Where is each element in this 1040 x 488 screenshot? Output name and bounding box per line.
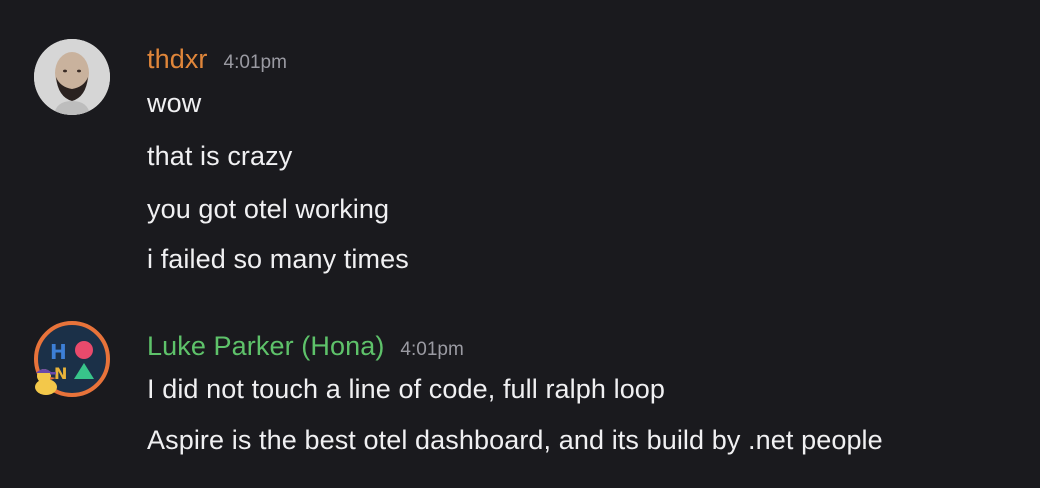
message-text: that is crazy xyxy=(147,141,293,171)
username[interactable]: Luke Parker (Hona) xyxy=(147,331,384,362)
username[interactable]: thdxr xyxy=(147,44,208,75)
avatar[interactable]: H N xyxy=(34,321,110,397)
user-photo-icon xyxy=(34,39,110,115)
message-text: Aspire is the best otel dashboard, and i… xyxy=(147,425,883,455)
message-text: you got otel working xyxy=(147,194,390,224)
timestamp[interactable]: 4:01pm xyxy=(224,52,287,74)
chat-log: thdxr 4:01pm wow that is crazy you got o… xyxy=(0,0,1040,488)
svg-text:H: H xyxy=(50,340,67,364)
message-header: Luke Parker (Hona) 4:01pm xyxy=(147,331,464,362)
avatar[interactable] xyxy=(34,39,110,115)
message-header: thdxr 4:01pm xyxy=(147,44,287,75)
message-text: i failed so many times xyxy=(147,244,409,274)
timestamp[interactable]: 4:01pm xyxy=(400,339,463,361)
message-text: wow xyxy=(147,88,202,118)
svg-text:N: N xyxy=(54,364,67,383)
message-text: I did not touch a line of code, full ral… xyxy=(147,374,666,404)
hona-logo-icon: H N xyxy=(34,321,110,397)
